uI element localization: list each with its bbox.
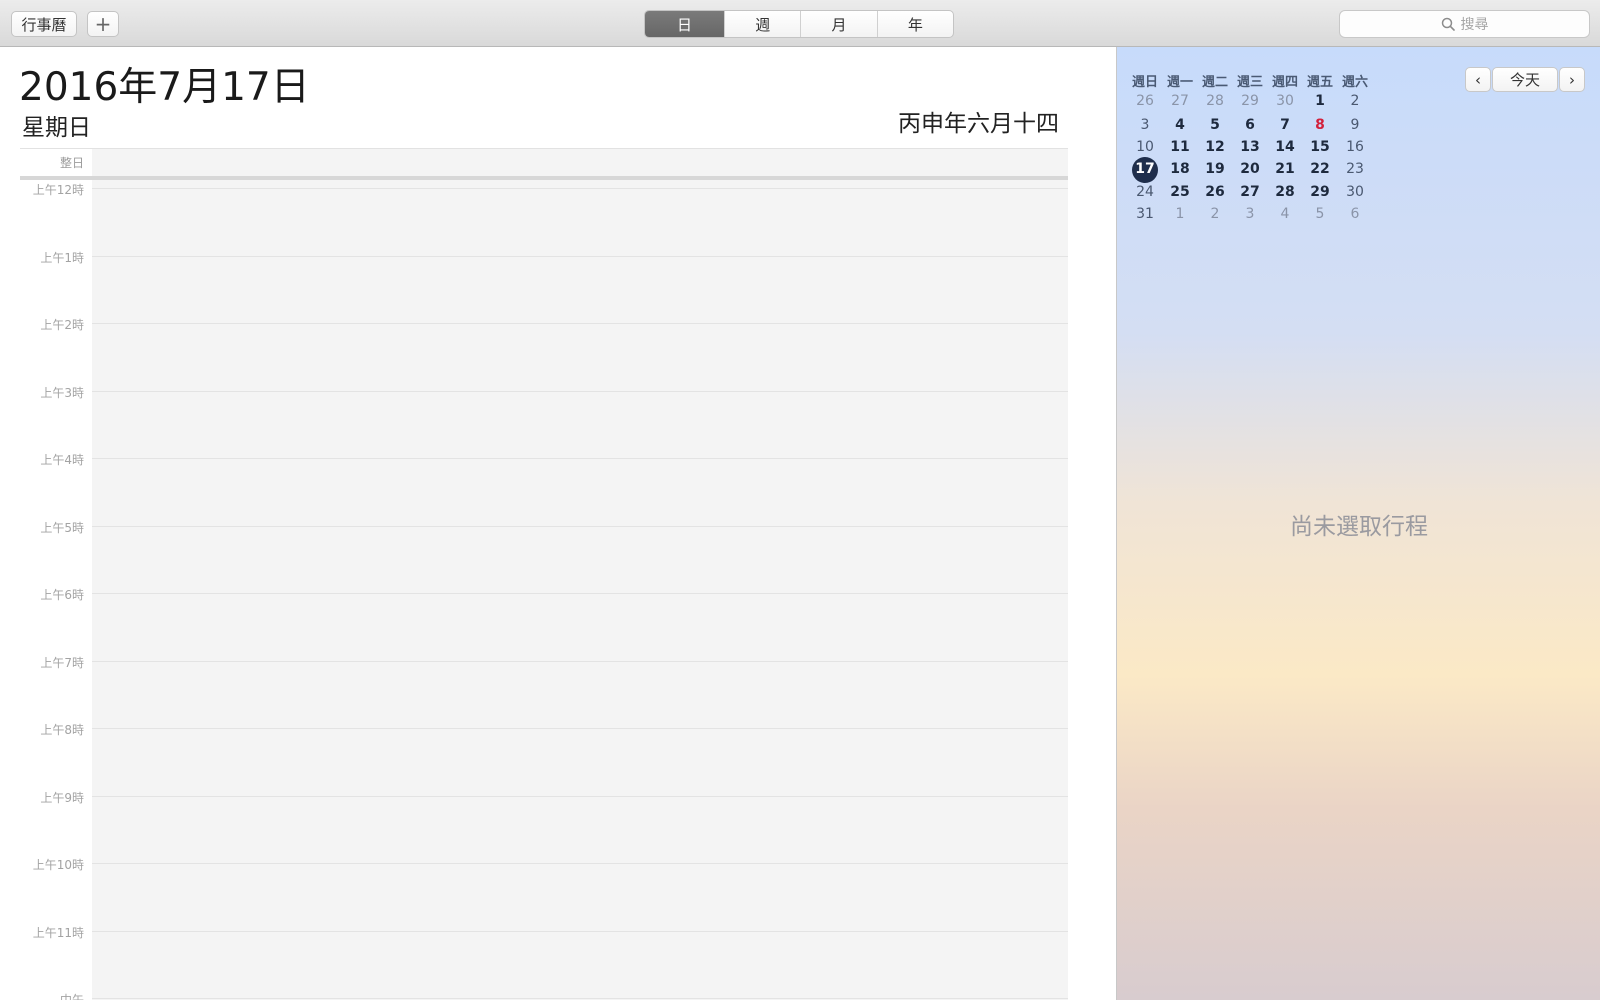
mini-day[interactable]: 21 [1268,161,1302,177]
hour-line [92,593,1068,594]
next-day-button[interactable]: › [1559,67,1585,92]
hour-line [92,525,1068,527]
view-week-tab[interactable]: 週 [724,11,800,37]
hour-label: 上午12時 [32,183,84,197]
mini-day[interactable]: 28 [1268,184,1302,200]
hour-line [92,728,1068,729]
mini-day[interactable]: 26 [1198,184,1232,200]
mini-day[interactable]: 12 [1198,139,1232,155]
mini-day[interactable]: 27 [1163,93,1197,109]
mini-day[interactable]: 2 [1338,93,1372,109]
allday-label: 整日 [59,156,84,170]
mini-day[interactable]: 13 [1233,139,1267,155]
hour-label: 上午11時 [32,925,84,940]
mini-day[interactable]: 1 [1303,93,1337,109]
mini-day[interactable]: 1 [1163,206,1197,222]
mini-day[interactable]: 19 [1198,161,1232,177]
hour-label: 上午9時 [40,790,84,805]
search-icon [1441,17,1455,31]
mini-day[interactable]: 30 [1338,184,1372,200]
hour-line [92,390,1068,392]
prev-day-button[interactable]: ‹ [1465,67,1491,92]
hour-label: 上午2時 [40,318,84,332]
mini-day[interactable]: 4 [1163,117,1197,133]
search-placeholder: 搜尋 [1460,17,1489,33]
mini-weekday-header: 週二 [1201,75,1228,90]
mini-day[interactable]: 2 [1198,206,1232,222]
mini-day[interactable]: 23 [1338,161,1372,177]
page-title: 2016年7月17日 [19,65,310,110]
mini-weekday-header: 週三 [1236,75,1263,90]
mini-day[interactable]: 7 [1268,117,1302,133]
mini-day[interactable]: 18 [1163,161,1197,177]
mini-day[interactable]: 24 [1128,184,1162,200]
hour-line [92,255,1068,257]
add-event-button[interactable]: + [87,11,119,37]
mini-day[interactable]: 5 [1303,206,1337,222]
hour-label: 上午3時 [40,385,84,400]
search-field[interactable]: 搜尋 [1339,10,1590,38]
hour-label: 上午8時 [40,723,84,737]
hour-label: 上午6時 [40,588,84,602]
toolbar: 行事曆 + 日 週 月 年 搜尋 [0,0,1600,47]
header-divider [20,148,1068,149]
mini-day[interactable]: 22 [1303,161,1337,177]
mini-day[interactable]: 20 [1233,161,1267,177]
hour-line [92,188,1068,189]
hour-label: 上午10時 [32,858,84,872]
hour-line [92,323,1068,324]
mini-weekday-header: 週四 [1271,75,1298,90]
mini-day[interactable]: 11 [1163,139,1197,155]
day-grid[interactable] [92,148,1068,1000]
hour-label: 中午 [59,993,84,1000]
mini-weekday-header: 週日 [1131,75,1158,90]
mini-day-today[interactable]: 17 [1128,161,1162,177]
view-month-tab[interactable]: 月 [800,11,876,37]
hour-label: 上午7時 [40,655,84,670]
allday-divider [20,176,1068,180]
mini-day[interactable]: 15 [1303,139,1337,155]
view-year-tab[interactable]: 年 [876,11,953,37]
calendars-button[interactable]: 行事曆 [11,11,77,37]
hour-label: 上午5時 [40,520,84,535]
mini-day[interactable]: 9 [1338,117,1372,133]
hour-label: 上午1時 [40,250,84,265]
mini-weekday-header: 週五 [1306,75,1333,90]
weekday-label: 星期日 [22,115,91,141]
mini-day[interactable]: 16 [1338,139,1372,155]
hour-line [92,998,1068,999]
hour-line [92,660,1068,662]
mini-day[interactable]: 25 [1163,184,1197,200]
mini-day[interactable]: 5 [1198,117,1232,133]
hour-label: 上午4時 [40,453,84,467]
mini-day[interactable]: 3 [1233,206,1267,222]
sidebar: 週日 週一 週二 週三 週四 週五 週六 26 27 28 29 30 1 2 3 4 5 6 7 8 9 10 11 12 1… [1116,47,1600,1000]
mini-day[interactable]: 10 [1128,139,1162,155]
mini-day[interactable]: 30 [1268,93,1302,109]
view-switcher: 日 週 月 年 [644,10,954,38]
no-event-message: 尚未選取行程 [1290,514,1428,540]
lunar-date: 丙申年六月十四 [898,111,1059,137]
mini-day[interactable]: 31 [1128,206,1162,222]
mini-day[interactable]: 4 [1268,206,1302,222]
hour-line [92,930,1068,932]
hour-line [92,795,1068,797]
mini-day[interactable]: 27 [1233,184,1267,200]
mini-day[interactable]: 6 [1338,206,1372,222]
mini-day[interactable]: 29 [1303,184,1337,200]
mini-day[interactable]: 6 [1233,117,1267,133]
hour-line [92,458,1068,459]
mini-day[interactable]: 26 [1128,93,1162,109]
hour-line [92,863,1068,864]
today-button[interactable]: 今天 [1492,67,1558,92]
mini-weekday-header: 週一 [1166,75,1193,90]
mini-day[interactable]: 8 [1303,117,1337,133]
mini-day[interactable]: 29 [1233,93,1267,109]
view-day-tab[interactable]: 日 [645,11,725,37]
mini-weekday-header: 週六 [1341,75,1368,90]
mini-day[interactable]: 3 [1128,117,1162,133]
mini-day[interactable]: 28 [1198,93,1232,109]
mini-day[interactable]: 14 [1268,139,1302,155]
